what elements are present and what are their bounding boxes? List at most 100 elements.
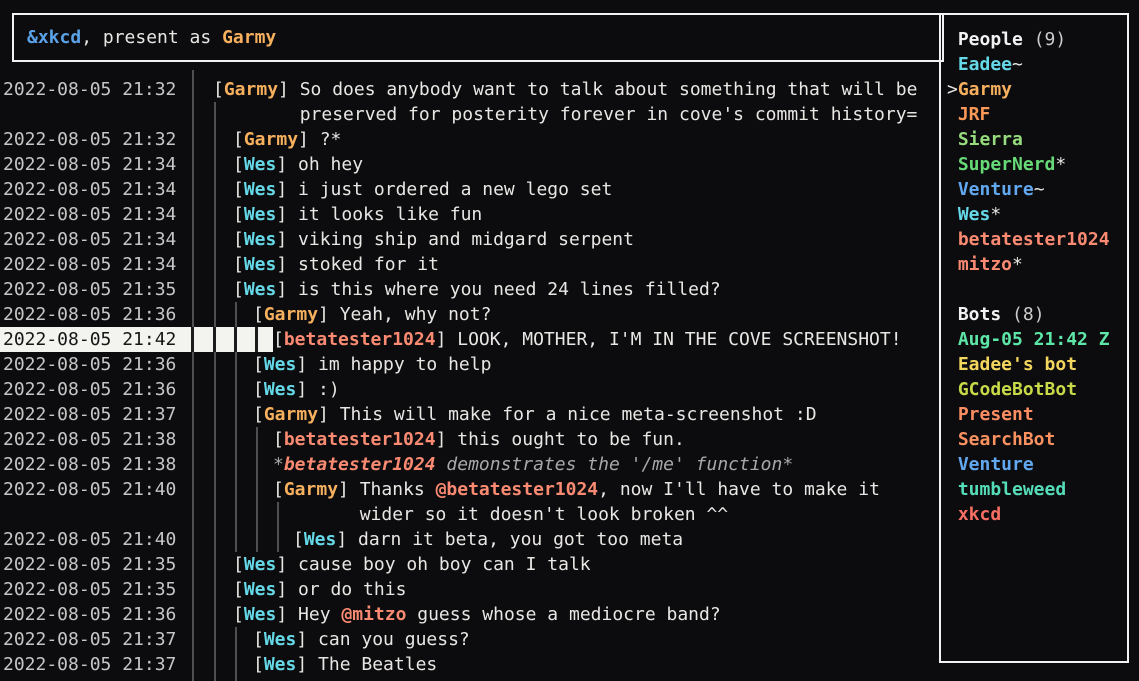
timestamp: 2022-08-05 21:36: [3, 302, 176, 327]
chat-row[interactable]: 2022-08-05 21:37[Wes] can you guess?: [0, 627, 931, 652]
current-user-marker: [947, 127, 958, 152]
member-item[interactable]: mitzo*: [947, 252, 1023, 277]
action-text: demonstrates the '/me' function*: [436, 454, 794, 475]
chat-row[interactable]: 2022-08-05 21:34[Wes] it looks like fun: [0, 202, 931, 227]
nick: Wes: [264, 629, 297, 650]
chat-row[interactable]: 2022-08-05 21:42[betatester1024] LOOK, M…: [0, 327, 931, 352]
message-body: ] can you guess?: [296, 629, 469, 650]
chat-wrap-row[interactable]: wider so it doesn't look broken ^^: [0, 502, 931, 527]
current-user-marker: [947, 477, 958, 502]
message-body: [: [273, 429, 284, 450]
chat-row[interactable]: 2022-08-05 21:36[Wes] :): [0, 377, 931, 402]
chat-row[interactable]: 2022-08-05 21:37[Wes] The Beatles: [0, 652, 931, 677]
message-body: ] So does anybody want to talk about som…: [278, 79, 917, 100]
message-body: ] stoked for it: [276, 254, 439, 275]
chat-row[interactable]: 2022-08-05 21:37 [Garmy] This will make f…: [0, 402, 931, 427]
section-count: (8): [1001, 304, 1044, 325]
chat-row[interactable]: 2022-08-05 21:34[Wes] oh hey: [0, 152, 931, 177]
action-nick: betatester1024: [284, 454, 436, 475]
timestamp: 2022-08-05 21:34: [3, 152, 176, 177]
section-title-indent: [947, 27, 958, 52]
message-text: *betatester1024 demonstrates the '/me' f…: [273, 452, 793, 477]
chat-row[interactable]: 2022-08-05 21:38[betatester1024] this ou…: [0, 427, 931, 452]
selection-line-tick: [213, 327, 216, 352]
chat-row[interactable]: 2022-08-05 21:34[Wes] viking ship and mi…: [0, 227, 931, 252]
member-item[interactable]: Venture~: [947, 177, 1045, 202]
chat-row[interactable]: 2022-08-05 21:35[Wes] or do this: [0, 577, 931, 602]
timestamp: 2022-08-05 21:34: [3, 252, 176, 277]
section-title-text: People: [958, 29, 1023, 50]
message-body: [: [233, 229, 244, 250]
current-user-marker: [947, 427, 958, 452]
member-status-suffix: ~: [1012, 54, 1023, 75]
chat-row[interactable]: 2022-08-05 21:38*betatester1024 demonstr…: [0, 452, 931, 477]
timestamp: 2022-08-05 21:35: [3, 277, 176, 302]
message-body: [: [253, 354, 264, 375]
mention: @mitzo: [341, 604, 406, 625]
member-status-suffix: *: [990, 204, 1001, 225]
chat-row[interactable]: 2022-08-05 21:35[Wes] cause boy oh boy c…: [0, 552, 931, 577]
chat-row[interactable]: 2022-08-05 21:32[Garmy] ?*: [0, 127, 931, 152]
member-name: xkcd: [958, 504, 1001, 525]
member-item[interactable]: tumbleweed: [947, 477, 1066, 502]
chat-row[interactable]: 2022-08-05 21:40[Garmy] Thanks @betatest…: [0, 477, 931, 502]
nick: Garmy: [284, 479, 338, 500]
message-text: [Wes] im happy to help: [253, 352, 491, 377]
message-text: [Wes] is this where you need 24 lines fi…: [233, 277, 721, 302]
message-body: [: [233, 604, 244, 625]
self-nick: Garmy: [222, 27, 276, 48]
chat-row[interactable]: 2022-08-05 21:36[Garmy] Yeah, why not?: [0, 302, 931, 327]
timestamp: 2022-08-05 21:34: [3, 227, 176, 252]
timestamp: 2022-08-05 21:34: [3, 177, 176, 202]
nick: Garmy: [264, 404, 318, 425]
member-item[interactable]: Aug-05 21:42 Z: [947, 327, 1110, 352]
member-item[interactable]: Sierra: [947, 127, 1023, 152]
member-item[interactable]: Eadee~: [947, 52, 1023, 77]
member-item[interactable]: SuperNerd*: [947, 152, 1066, 177]
member-item[interactable]: SearchBot: [947, 427, 1055, 452]
nick: Wes: [264, 379, 297, 400]
message-text: [Garmy] This will make for a nice meta-s…: [253, 402, 817, 427]
chat-wrap-row[interactable]: preserved for posterity forever in cove'…: [0, 102, 931, 127]
member-item[interactable]: betatester1024: [947, 227, 1110, 252]
chat-row[interactable]: 2022-08-05 21:32[Garmy] So does anybody …: [0, 77, 931, 102]
member-item[interactable]: xkcd: [947, 502, 1001, 527]
chat-row[interactable]: 2022-08-05 21:34[Wes] stoked for it: [0, 252, 931, 277]
nick: Garmy: [264, 304, 318, 325]
nick: Wes: [244, 254, 277, 275]
chat-row[interactable]: 2022-08-05 21:36[Wes] im happy to help: [0, 352, 931, 377]
member-item[interactable]: Wes*: [947, 202, 1001, 227]
chat-row[interactable]: 2022-08-05 21:40[Wes] darn it beta, you …: [0, 527, 931, 552]
member-item[interactable]: Eadee's bot: [947, 352, 1077, 377]
mention: @betatester1024: [436, 479, 599, 500]
member-name: GCodeBotBot: [958, 379, 1077, 400]
member-name: mitzo: [958, 254, 1012, 275]
nick: Wes: [244, 604, 277, 625]
message-text: preserved for posterity forever in cove'…: [213, 102, 917, 127]
member-item[interactable]: Venture: [947, 452, 1034, 477]
timestamp: 2022-08-05 21:38: [3, 427, 176, 452]
chat-row[interactable]: 2022-08-05 21:36[Wes] Hey @mitzo guess w…: [0, 602, 931, 627]
message-text: [Wes] Hey @mitzo guess whose a mediocre …: [233, 602, 721, 627]
message-body: , now I'll have to make it: [598, 479, 880, 500]
message-body: [: [233, 154, 244, 175]
terminal-screen: &xkcd, present as Garmy 2022-08-05 21:32…: [0, 0, 1139, 681]
member-status-suffix: ~: [1034, 179, 1045, 200]
member-status-suffix: *: [1012, 254, 1023, 275]
member-item[interactable]: Present: [947, 402, 1034, 427]
message-body: ] cause boy oh boy can I talk: [276, 554, 590, 575]
chat-row[interactable]: 2022-08-05 21:34[Wes] i just ordered a n…: [0, 177, 931, 202]
member-name: Venture: [958, 179, 1034, 200]
chat-row[interactable]: 2022-08-05 21:35 [Wes] is this where you …: [0, 277, 931, 302]
message-body: ] is this where you need 24 lines filled…: [276, 279, 720, 300]
member-item[interactable]: GCodeBotBot: [947, 377, 1077, 402]
timestamp: 2022-08-05 21:37: [3, 402, 176, 427]
current-user-marker: [947, 152, 958, 177]
member-item[interactable]: JRF: [947, 102, 990, 127]
member-item[interactable]: >Garmy: [947, 77, 1012, 102]
message-body: [: [293, 529, 304, 550]
member-section-title: Bots (8): [947, 302, 1045, 327]
message-text: [Wes] :): [253, 377, 340, 402]
member-name: SearchBot: [958, 429, 1056, 450]
message-body: ] i just ordered a new lego set: [276, 179, 612, 200]
